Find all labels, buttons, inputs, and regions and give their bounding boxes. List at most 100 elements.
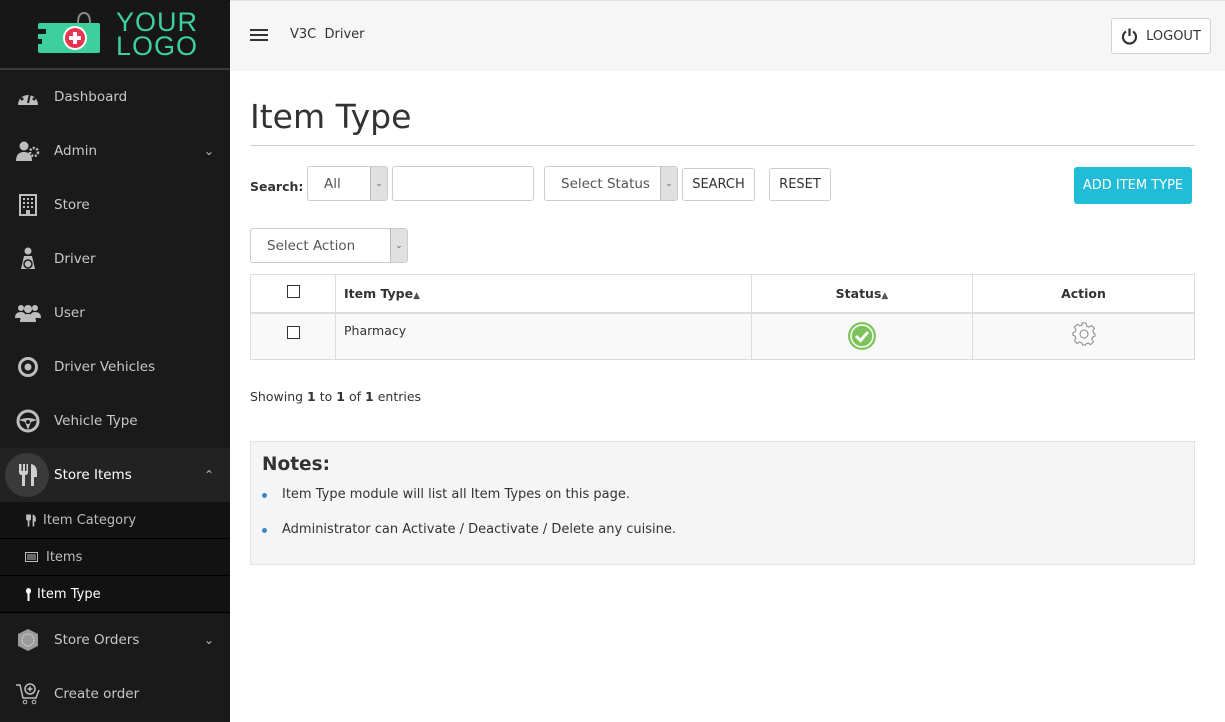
chevron-down-icon: ⌄ <box>203 144 214 158</box>
submenu-item-item-type[interactable]: Item Type <box>0 576 230 613</box>
sidebar-nav-lower: Store Orders ⌄ Create order <box>0 613 230 721</box>
row-checkbox[interactable] <box>286 325 300 339</box>
search-input[interactable] <box>392 166 534 201</box>
sidebar-item-store-items[interactable]: Store Items ⌃ <box>0 448 230 502</box>
action-cell <box>972 312 1195 360</box>
bulk-action-select-value: Select Action <box>267 237 356 254</box>
sidebar-item-label: Dashboard <box>54 89 128 105</box>
logout-label: LOGOUT <box>1146 28 1201 44</box>
logo[interactable]: YOUR LOGO <box>0 0 230 70</box>
row-select-cell <box>250 312 336 360</box>
logo-bag-icon <box>32 11 100 53</box>
pagination-of-word: of <box>348 389 362 404</box>
chevron-down-icon: ⌄ <box>370 167 387 200</box>
users-icon <box>14 299 42 327</box>
sidebar-item-store-orders[interactable]: Store Orders ⌄ <box>0 613 230 667</box>
table-header-row: Item Type▲︎ Status▲︎ Action <box>250 274 1195 314</box>
sidebar-item-label: Vehicle Type <box>54 413 138 429</box>
reset-button[interactable]: RESET <box>769 168 831 201</box>
search-field-select[interactable]: All ⌄ <box>307 166 388 201</box>
store-items-submenu: Item Category Items Item Type <box>0 502 230 613</box>
submenu-item-label: Item Category <box>43 512 137 528</box>
sidebar-item-user[interactable]: User <box>0 286 230 340</box>
add-item-type-button[interactable]: ADD ITEM TYPE <box>1074 167 1192 204</box>
bullet-icon <box>262 528 267 533</box>
column-header-status[interactable]: Status▲︎ <box>751 274 973 314</box>
sidebar-item-label: Store Orders <box>54 632 140 648</box>
item-type-cell: Pharmacy <box>335 312 752 360</box>
notes-panel: Notes: Item Type module will list all It… <box>250 441 1195 565</box>
filter-toolbar: Search: All ⌄ Select Status ⌄ SEARCH RES… <box>250 146 1195 226</box>
note-item: Item Type module will list all Item Type… <box>262 487 1183 522</box>
column-header-item-type[interactable]: Item Type▲︎ <box>335 274 752 314</box>
notes-list: Item Type module will list all Item Type… <box>262 487 1183 557</box>
submenu-item-label: Items <box>46 549 83 565</box>
submenu-item-items[interactable]: Items <box>0 539 230 576</box>
column-label: Status <box>835 285 882 301</box>
cart-plus-icon <box>14 680 42 708</box>
sidebar-item-dashboard[interactable]: Dashboard <box>0 70 230 124</box>
note-text: Administrator can Activate / Deactivate … <box>282 522 677 537</box>
chevron-down-icon: ⌄ <box>660 167 677 200</box>
pagination-to: 1 <box>336 389 345 404</box>
search-field-select-value: All <box>324 175 341 192</box>
item-type-table: Item Type▲︎ Status▲︎ Action Pharmacy <box>250 274 1195 360</box>
bullet-icon <box>262 493 267 498</box>
sidebar-item-label: Create order <box>54 686 140 702</box>
select-all-checkbox[interactable] <box>286 285 300 299</box>
sidebar: YOUR LOGO Dashboard Admin ⌄ Store Driver… <box>0 0 230 722</box>
spoon-icon <box>24 587 32 601</box>
logo-text: YOUR LOGO <box>116 7 199 61</box>
status-select[interactable]: Select Status ⌄ <box>544 166 678 201</box>
sidebar-item-vehicle-type[interactable]: Vehicle Type <box>0 394 230 448</box>
sidebar-item-driver-vehicles[interactable]: Driver Vehicles <box>0 340 230 394</box>
search-label: Search: <box>250 179 304 194</box>
sidebar-item-label: Driver Vehicles <box>54 359 156 375</box>
sort-icon: ▲︎ <box>881 290 889 301</box>
pagination-info: Showing 1 to 1 of 1 entries <box>250 389 421 404</box>
building-icon <box>14 191 42 219</box>
bulk-action-select[interactable]: Select Action ⌄ <box>250 228 408 263</box>
status-select-value: Select Status <box>561 175 650 192</box>
status-active-icon[interactable] <box>847 321 877 351</box>
sidebar-item-driver[interactable]: Driver <box>0 232 230 286</box>
top-bar: V3C Driver LOGOUT <box>230 0 1225 71</box>
pagination-from: 1 <box>307 389 316 404</box>
pagination-prefix: Showing <box>250 389 304 404</box>
sidebar-item-label: Store <box>54 197 90 213</box>
sidebar-nav: Dashboard Admin ⌄ Store Driver User Driv… <box>0 70 230 502</box>
search-button[interactable]: SEARCH <box>682 168 755 201</box>
menu-toggle-icon[interactable] <box>250 29 268 41</box>
notes-title: Notes: <box>262 454 330 475</box>
target-icon <box>14 353 42 381</box>
pagination-total: 1 <box>365 389 374 404</box>
cutlery-icon <box>24 514 38 527</box>
cutlery-icon <box>14 461 42 489</box>
chevron-down-icon: ⌄ <box>203 633 214 647</box>
sidebar-item-admin[interactable]: Admin ⌄ <box>0 124 230 178</box>
admin-icon <box>14 137 42 165</box>
note-item: Administrator can Activate / Deactivate … <box>262 522 1183 557</box>
sidebar-item-label: Admin <box>54 143 98 159</box>
note-text: Item Type module will list all Item Type… <box>282 487 630 502</box>
chevron-down-icon: ⌄ <box>390 229 407 262</box>
status-cell <box>751 312 973 360</box>
power-icon <box>1122 28 1138 45</box>
column-label: Action <box>1061 285 1106 301</box>
submenu-item-item-category[interactable]: Item Category <box>0 502 230 539</box>
orders-icon <box>14 626 42 654</box>
logout-button[interactable]: LOGOUT <box>1111 18 1211 54</box>
page-title: Item Type <box>250 97 412 136</box>
chevron-up-icon: ⌃ <box>203 468 214 482</box>
gear-icon[interactable] <box>1072 322 1096 346</box>
app-title: V3C Driver <box>290 27 365 42</box>
sidebar-item-label: Driver <box>54 251 96 267</box>
sidebar-item-create-order[interactable]: Create order <box>0 667 230 721</box>
list-icon <box>24 552 38 562</box>
driver-icon <box>14 245 42 273</box>
main-content: Item Type Search: All ⌄ Select Status ⌄ … <box>250 71 1195 565</box>
sidebar-item-store[interactable]: Store <box>0 178 230 232</box>
pagination-suffix: entries <box>377 389 422 404</box>
column-header-action: Action <box>972 274 1195 314</box>
sidebar-item-label: Store Items <box>54 467 132 483</box>
